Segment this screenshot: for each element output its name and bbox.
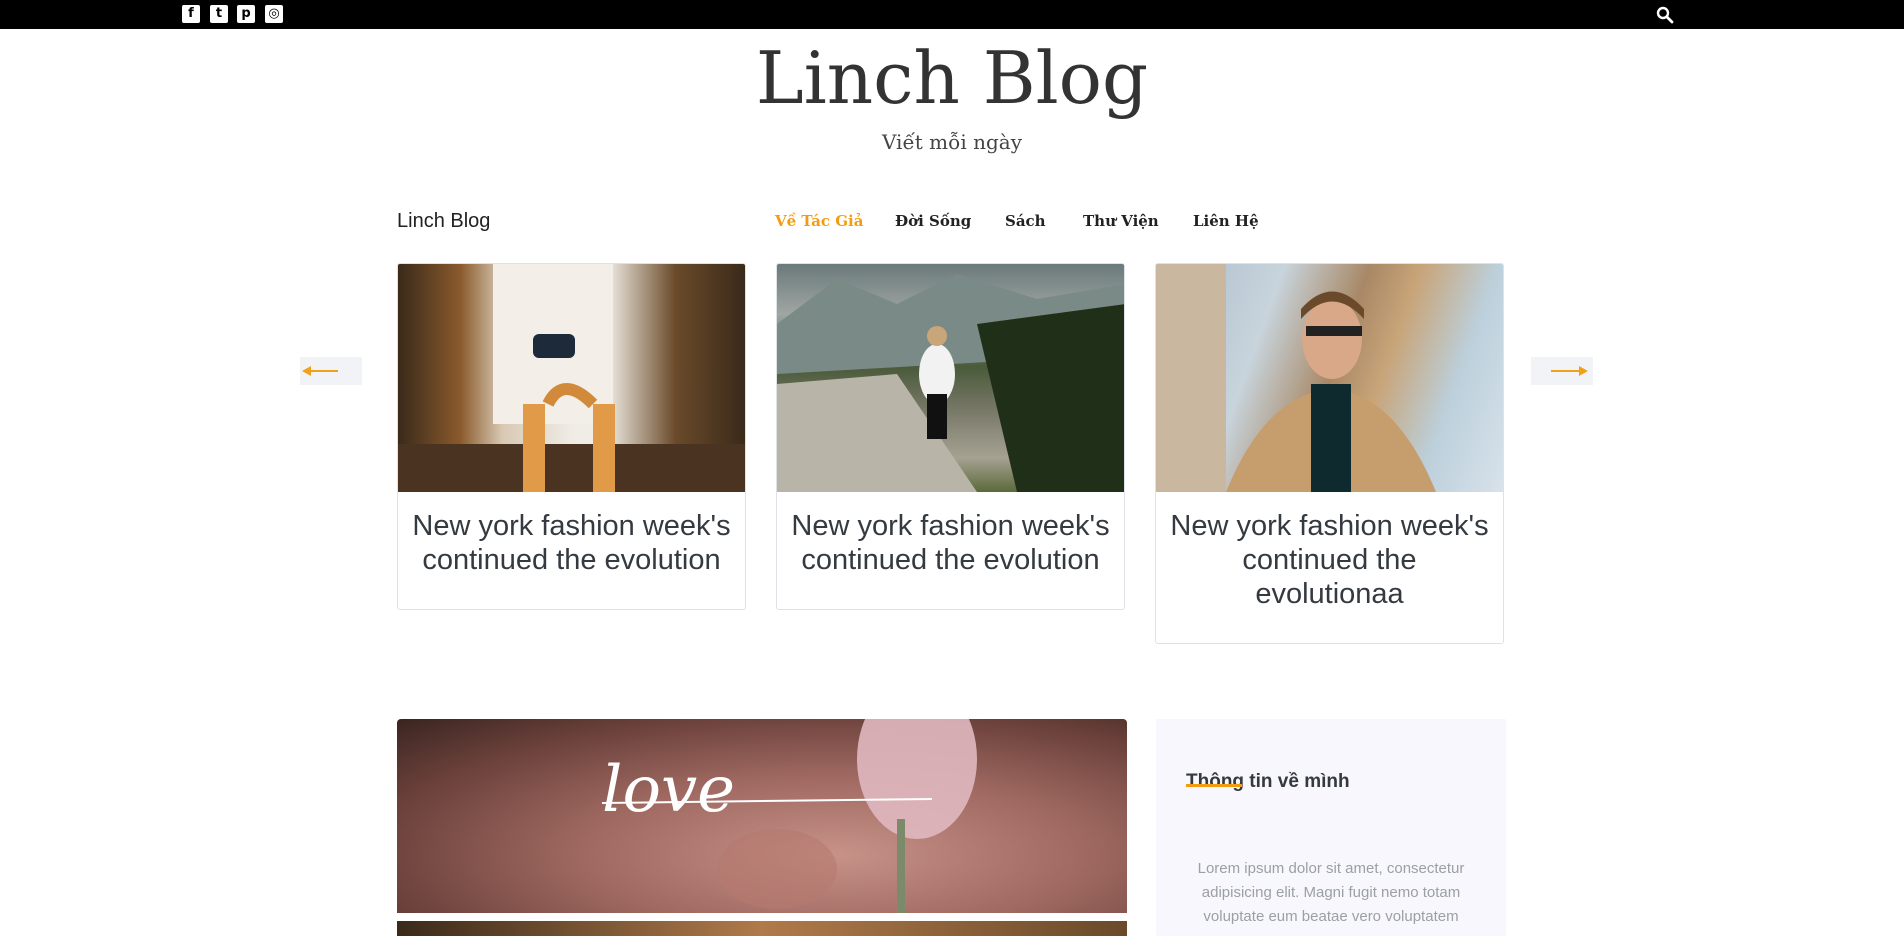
- post-title[interactable]: New york fashion week's continued the ev…: [777, 492, 1124, 609]
- pinterest-icon[interactable]: p: [237, 5, 255, 23]
- nav-item-ve-tac-gia[interactable]: Về Tác Giả: [775, 212, 863, 230]
- facebook-icon[interactable]: f: [182, 5, 200, 23]
- post-image-hike: [777, 264, 1124, 492]
- sidebar-text: Lorem ipsum dolor sit amet, consectetur …: [1197, 860, 1465, 925]
- site-tagline: Viết mỗi ngày: [881, 130, 1023, 154]
- navbar-brand[interactable]: Linch Blog: [397, 210, 490, 233]
- post-title[interactable]: New york fashion week's continued the ev…: [1156, 492, 1503, 643]
- sidebar-title: Thông tin về mình: [1186, 771, 1350, 792]
- post-card[interactable]: New york fashion week's continued the ev…: [397, 263, 746, 610]
- featured-overlay-text: love: [602, 753, 735, 827]
- carousel-prev-button[interactable]: [300, 357, 362, 385]
- nav-item-doi-song[interactable]: Đời Sống: [895, 212, 971, 230]
- post-image-man: [1156, 264, 1503, 492]
- post-card[interactable]: New york fashion week's continued the ev…: [776, 263, 1125, 610]
- post-image-fashion: [398, 264, 745, 492]
- featured-image[interactable]: love: [397, 719, 1127, 913]
- nav-item-lien-he[interactable]: Liên Hệ: [1193, 212, 1259, 230]
- instagram-icon[interactable]: ◎: [265, 5, 283, 23]
- site-title[interactable]: Linch Blog: [0, 36, 1904, 120]
- nav-item-sach[interactable]: Sách: [1005, 212, 1046, 230]
- featured-image-secondary[interactable]: [397, 921, 1127, 936]
- twitter-icon[interactable]: t: [210, 5, 228, 23]
- search-icon[interactable]: [1654, 4, 1676, 26]
- sidebar-title-underline: [1186, 784, 1242, 787]
- nav-item-thu-vien[interactable]: Thư Viện: [1083, 212, 1159, 230]
- carousel-next-button[interactable]: [1531, 357, 1593, 385]
- post-card[interactable]: New york fashion week's continued the ev…: [1155, 263, 1504, 644]
- top-bar: f t p ◎: [0, 0, 1904, 29]
- sidebar-about: Thông tin về mình Lorem ipsum dolor sit …: [1156, 719, 1506, 936]
- post-title[interactable]: New york fashion week's continued the ev…: [398, 492, 745, 609]
